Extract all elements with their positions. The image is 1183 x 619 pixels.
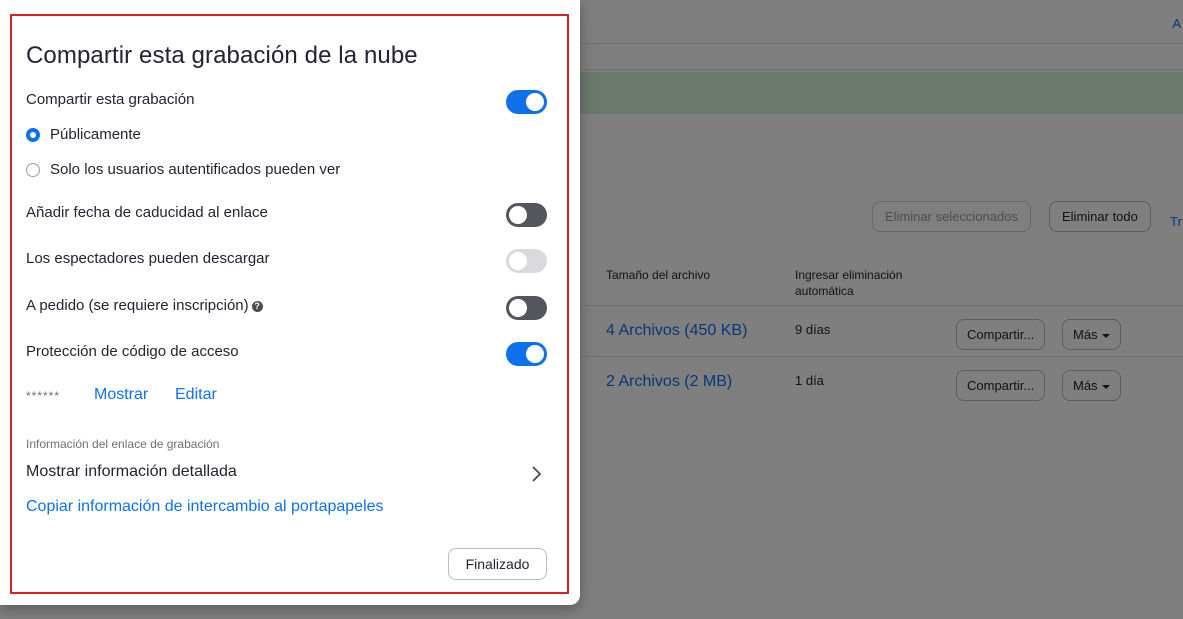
edit-passcode-link[interactable]: Editar bbox=[175, 386, 217, 404]
passcode-label: Protección de código de acceso bbox=[26, 343, 239, 360]
on-demand-row: A pedido (se requiere inscripción)? bbox=[26, 297, 263, 314]
toggle-knob bbox=[526, 93, 544, 111]
authenticated-only-label[interactable]: Solo los usuarios autentificados pueden … bbox=[50, 161, 340, 178]
toggle-knob bbox=[509, 206, 527, 224]
public-radio[interactable] bbox=[26, 128, 40, 142]
authenticated-only-radio[interactable] bbox=[26, 163, 40, 177]
on-demand-toggle[interactable] bbox=[506, 296, 547, 320]
passcode-toggle[interactable] bbox=[506, 342, 547, 366]
share-recording-label: Compartir esta grabación bbox=[26, 91, 195, 108]
download-label: Los espectadores pueden descargar bbox=[26, 250, 270, 267]
show-passcode-link[interactable]: Mostrar bbox=[94, 386, 148, 404]
toggle-knob bbox=[509, 299, 527, 317]
on-demand-label: A pedido (se requiere inscripción) bbox=[26, 297, 249, 314]
toggle-knob bbox=[509, 252, 527, 270]
expiry-toggle[interactable] bbox=[506, 203, 547, 227]
copy-share-info-link[interactable]: Copiar información de intercambio al por… bbox=[26, 498, 384, 516]
show-detailed-info-label[interactable]: Mostrar información detallada bbox=[26, 463, 237, 481]
help-icon[interactable]: ? bbox=[251, 301, 263, 312]
dialog-title: Compartir esta grabación de la nube bbox=[26, 42, 418, 69]
passcode-masked-value: ****** bbox=[26, 389, 61, 403]
public-radio-label[interactable]: Públicamente bbox=[50, 126, 141, 143]
chevron-right-icon[interactable] bbox=[528, 465, 544, 483]
share-recording-toggle[interactable] bbox=[506, 90, 547, 114]
download-toggle[interactable] bbox=[506, 249, 547, 273]
link-info-caption: Información del enlace de grabación bbox=[26, 437, 220, 451]
expiry-label: Añadir fecha de caducidad al enlace bbox=[26, 204, 268, 221]
share-recording-dialog: Compartir esta grabación de la nube Comp… bbox=[0, 0, 580, 605]
toggle-knob bbox=[526, 345, 544, 363]
done-button[interactable]: Finalizado bbox=[448, 548, 547, 580]
